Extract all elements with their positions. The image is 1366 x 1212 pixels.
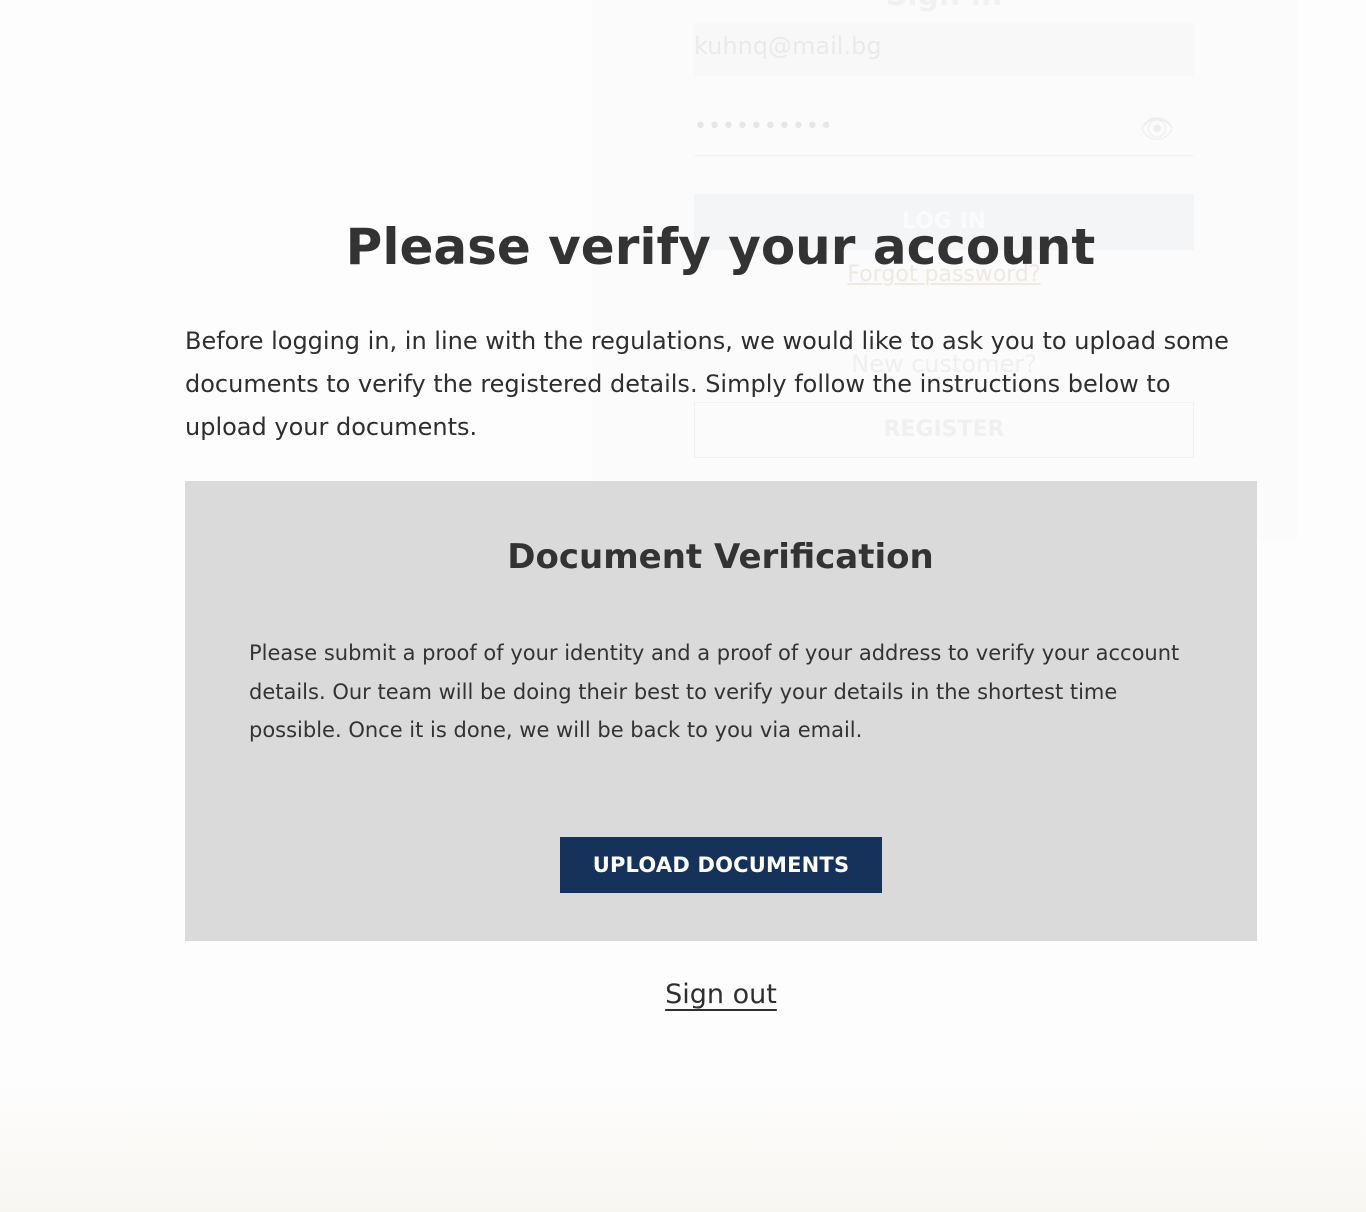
upload-documents-button[interactable]: UPLOAD DOCUMENTS [560, 837, 882, 893]
background-password-field: •••••••••• 👁 [694, 100, 1194, 156]
verification-page: Sign in kuhnq@mail.bg •••••••••• 👁 LOG I… [0, 0, 1366, 1212]
page-title: Please verify your account [345, 218, 1096, 276]
background-login-title: Sign in [694, 0, 1194, 13]
intro-paragraph: Before logging in, in line with the regu… [185, 327, 1229, 441]
document-verification-title: Document Verification [507, 537, 934, 577]
background-bottom-glow [0, 1080, 1366, 1212]
sign-out-link[interactable]: Sign out [560, 973, 882, 1017]
document-verification-description: Please submit a proof of your identity a… [249, 641, 1180, 742]
eye-icon: 👁 [1139, 112, 1176, 145]
background-password-mask: •••••••••• [694, 114, 834, 139]
background-email-field: kuhnq@mail.bg [694, 22, 1194, 76]
